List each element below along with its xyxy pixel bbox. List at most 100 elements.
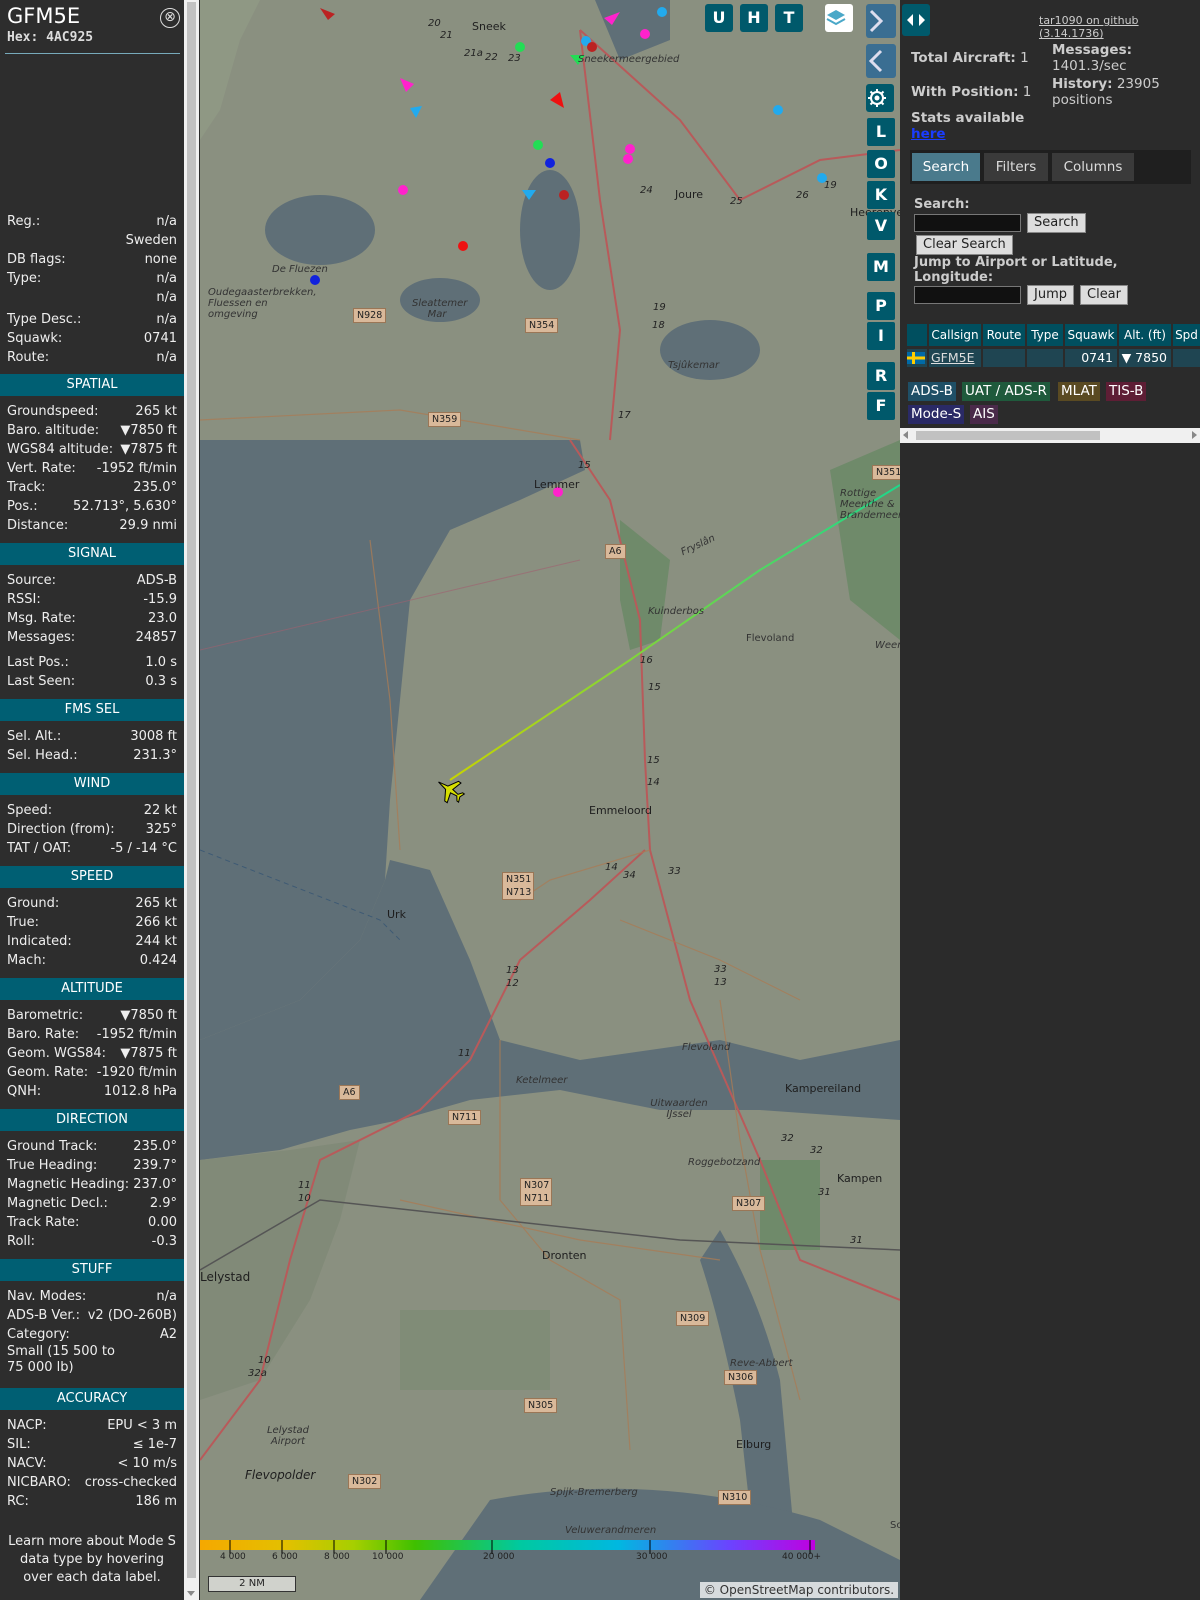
source-badge[interactable]: AIS bbox=[970, 405, 998, 424]
info-label: RSSI: bbox=[7, 592, 41, 607]
gear-icon[interactable] bbox=[866, 84, 894, 112]
map-button-o[interactable]: O bbox=[867, 150, 895, 178]
column-header-type[interactable]: Type bbox=[1027, 324, 1063, 346]
clear-search-button[interactable]: Clear Search bbox=[916, 235, 1013, 255]
info-label: Msg. Rate: bbox=[7, 611, 76, 626]
clear-button[interactable]: Clear bbox=[1080, 285, 1128, 305]
column-header-callsign[interactable]: Callsign bbox=[929, 324, 981, 346]
info-row: Distance: 29.9 nmi bbox=[7, 516, 177, 535]
button-h[interactable]: H bbox=[740, 4, 768, 32]
flag-cell bbox=[907, 349, 927, 367]
info-row: Barometric: ▼7850 ft bbox=[7, 1006, 177, 1025]
tab-filters[interactable]: Filters bbox=[984, 153, 1048, 181]
info-label: Source: bbox=[7, 573, 57, 588]
map-town-label: Joure bbox=[675, 188, 703, 201]
source-badge[interactable]: MLAT bbox=[1058, 382, 1100, 401]
info-row: n/a bbox=[7, 288, 177, 307]
map-button-m[interactable]: M bbox=[867, 253, 895, 281]
layers-icon[interactable] bbox=[825, 4, 853, 32]
map-attribution[interactable]: © OpenStreetMap contributors. bbox=[700, 1582, 898, 1598]
column-header-squawk[interactable]: Squawk bbox=[1065, 324, 1117, 346]
search-button[interactable]: Search bbox=[1027, 213, 1086, 233]
source-badge[interactable]: UAT / ADS-R bbox=[962, 382, 1050, 401]
button-u[interactable]: U bbox=[705, 4, 733, 32]
road-number: 12 bbox=[506, 978, 519, 989]
info-value: 23.0 bbox=[148, 611, 177, 626]
altitude-tick-label: 40 000+ bbox=[782, 1552, 822, 1562]
info-row: Direction (from): 325° bbox=[7, 820, 177, 839]
tab-search[interactable]: Search bbox=[912, 153, 980, 181]
info-label: ADS-B Ver.: bbox=[7, 1308, 80, 1323]
road-number: 14 bbox=[605, 862, 618, 873]
jump-button[interactable]: Jump bbox=[1027, 285, 1074, 305]
info-panel-scrollbar[interactable] bbox=[184, 0, 199, 1600]
info-row: RC: 186 m bbox=[7, 1492, 177, 1511]
info-label: NACV: bbox=[7, 1456, 47, 1471]
map-town-label: Emmeloord bbox=[589, 804, 652, 817]
road-number: 32 bbox=[781, 1133, 794, 1144]
info-value: EPU < 3 m bbox=[107, 1418, 177, 1433]
info-value: -1920 ft/min bbox=[96, 1065, 177, 1080]
info-value: none bbox=[144, 252, 177, 267]
info-row: RSSI: -15.9 bbox=[7, 590, 177, 609]
road-label: N305 bbox=[524, 1398, 558, 1413]
column-header-flag[interactable] bbox=[907, 324, 927, 346]
map-town-label: Lelystad bbox=[200, 1270, 251, 1284]
section-header: SIGNAL bbox=[0, 543, 184, 565]
road-number: 15 bbox=[578, 460, 591, 471]
button-t[interactable]: T bbox=[775, 4, 803, 32]
close-icon[interactable]: ⊗ bbox=[160, 8, 180, 28]
source-badge[interactable]: TIS-B bbox=[1106, 382, 1147, 401]
source-badge[interactable]: ADS-B bbox=[908, 382, 956, 401]
info-label: Ground: bbox=[7, 896, 60, 911]
tab-columns[interactable]: Columns bbox=[1052, 153, 1134, 181]
road-number: 31 bbox=[850, 1235, 863, 1246]
map-area-label: Flevoland bbox=[682, 1042, 731, 1053]
info-label: Baro. Rate: bbox=[7, 1027, 80, 1042]
section-header: DIRECTION bbox=[0, 1109, 184, 1131]
info-row: ADS-B Ver.: v2 (DO-260B) bbox=[7, 1306, 177, 1325]
info-label: Squawk: bbox=[7, 331, 63, 346]
altitude-tick-label: 8 000 bbox=[324, 1552, 350, 1562]
info-row: NICBARO: cross-checked bbox=[7, 1473, 177, 1492]
map-button-r[interactable]: R bbox=[867, 362, 895, 390]
expand-horizontal-icon[interactable] bbox=[902, 4, 930, 36]
road-label: N711 bbox=[448, 1110, 482, 1125]
road-number: 11 bbox=[298, 1180, 311, 1191]
map-button-f[interactable]: F bbox=[867, 392, 895, 420]
map-button-p[interactable]: P bbox=[867, 292, 895, 320]
info-value: n/a bbox=[156, 290, 177, 305]
info-value: 2.9° bbox=[149, 1196, 177, 1211]
column-header-route[interactable]: Route bbox=[983, 324, 1025, 346]
map-scale-bar: 2 NM bbox=[208, 1576, 296, 1592]
source-badge[interactable]: Mode-S bbox=[908, 405, 965, 424]
search-input[interactable] bbox=[914, 214, 1021, 232]
chevron-right-icon[interactable] bbox=[866, 4, 896, 38]
map-view[interactable]: Sneek Joure Heerenve Lemmer Emmeloord Ur… bbox=[200, 0, 900, 1600]
table-horizontal-scrollbar[interactable] bbox=[900, 428, 1200, 443]
map-button-l[interactable]: L bbox=[867, 118, 895, 146]
aircraft-hex: Hex: 4AC925 bbox=[7, 30, 94, 45]
column-header-altitude[interactable]: Alt. (ft) bbox=[1119, 324, 1171, 346]
map-town-label: Dronten bbox=[542, 1249, 587, 1262]
map-town-label: Kampereiland bbox=[785, 1082, 862, 1095]
info-value: 52.713°, 5.630° bbox=[73, 499, 177, 514]
stats-available: Stats available here bbox=[911, 110, 1025, 142]
info-value: 0741 bbox=[143, 331, 177, 346]
info-value: 22 kt bbox=[143, 803, 177, 818]
info-value: -0.3 bbox=[151, 1234, 177, 1249]
column-header-speed[interactable]: Spd bbox=[1173, 324, 1200, 346]
github-link[interactable]: tar1090 on github (3.14.1736) bbox=[1039, 14, 1200, 40]
map-button-v[interactable]: V bbox=[867, 212, 895, 240]
altitude-tick-label: 20 000 bbox=[483, 1552, 515, 1562]
map-button-k[interactable]: K bbox=[867, 181, 895, 209]
callsign-cell[interactable]: GFM5E bbox=[929, 349, 981, 367]
road-label: N354 bbox=[525, 318, 559, 333]
chevron-left-icon[interactable] bbox=[866, 44, 896, 78]
stats-link[interactable]: here bbox=[911, 126, 946, 142]
info-row: Type Desc.: n/a bbox=[7, 310, 177, 329]
info-label: Type Desc.: bbox=[7, 312, 82, 327]
map-button-i[interactable]: I bbox=[867, 322, 895, 350]
jump-input[interactable] bbox=[914, 286, 1021, 304]
info-row: Magnetic Decl.: 2.9° bbox=[7, 1194, 177, 1213]
